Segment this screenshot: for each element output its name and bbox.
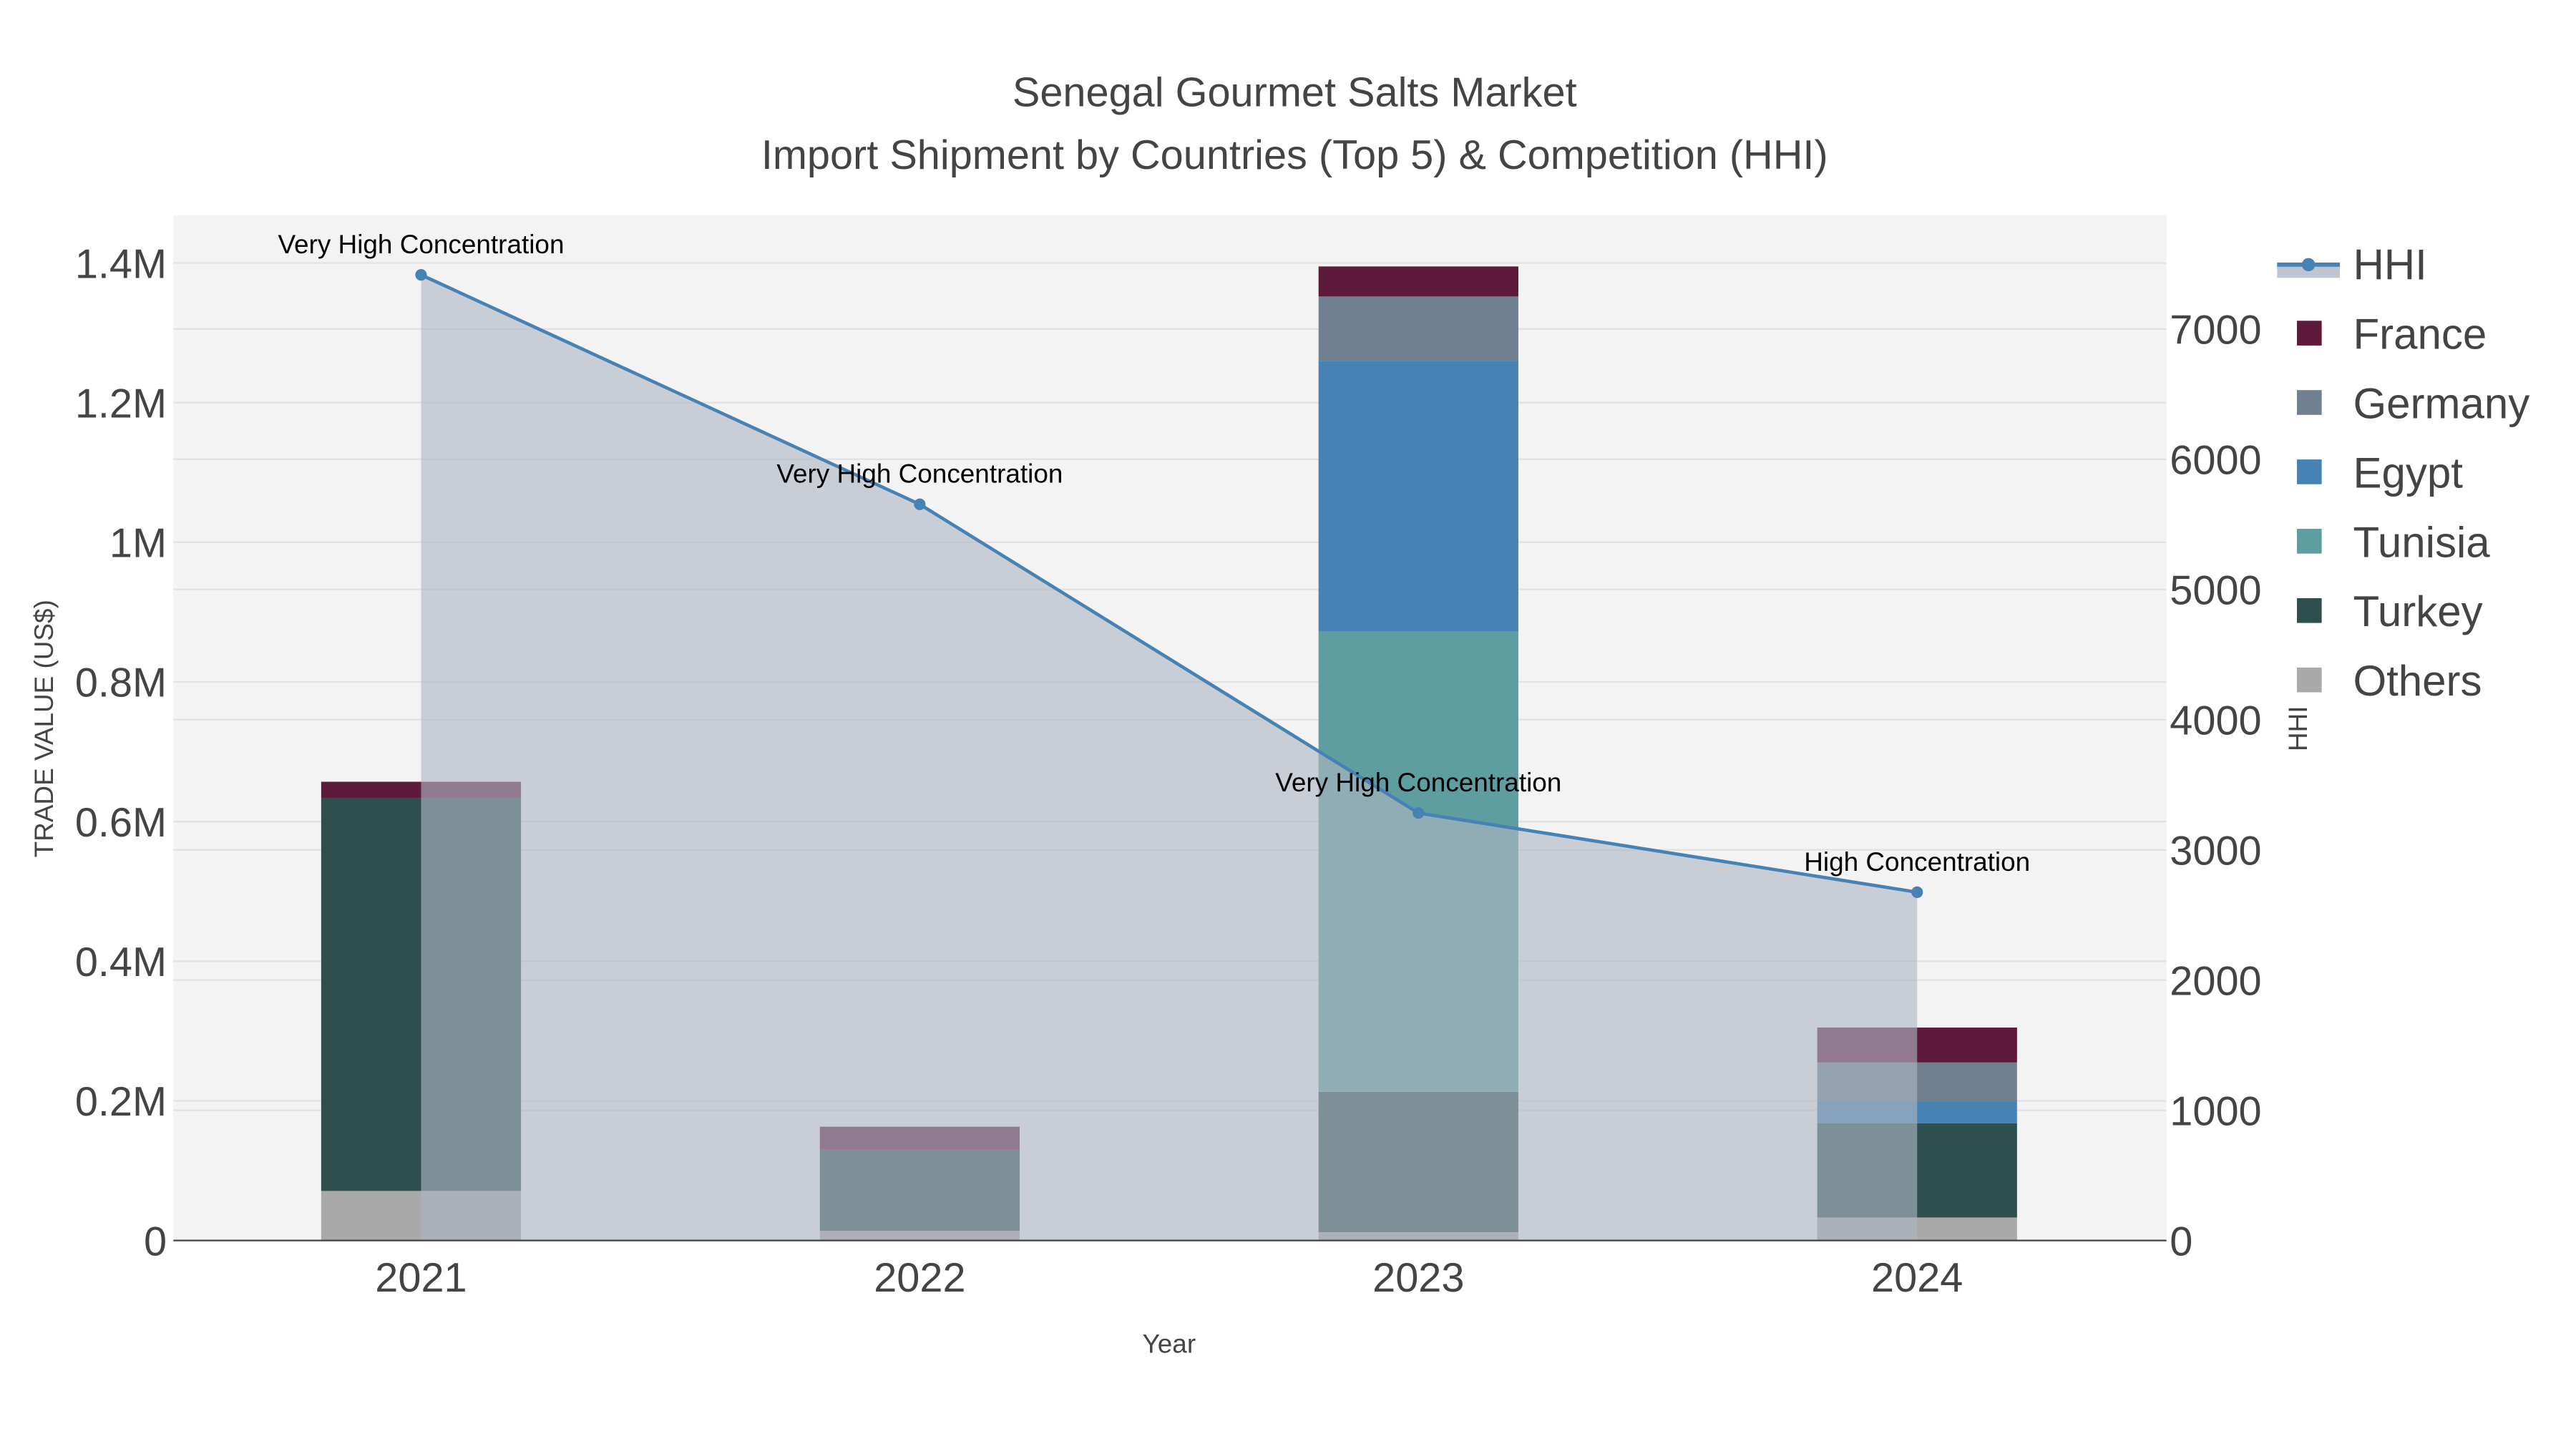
bar-germany-2023 [1318, 296, 1518, 361]
y2-tick-label: 5000 [2170, 568, 2261, 614]
hhi-annotation: High Concentration [1804, 847, 2030, 877]
legend-swatch-turkey [2297, 597, 2322, 623]
y2-tick-label: 6000 [2170, 438, 2261, 484]
y-axis-title: TRADE VALUE (US$) [29, 600, 59, 857]
legend-label: Germany [2353, 379, 2529, 427]
chart-title: Senegal Gourmet Salts Market [1013, 69, 1577, 115]
bar-france-2023 [1318, 266, 1518, 297]
chart-subtitle: Import Shipment by Countries (Top 5) & C… [761, 132, 1828, 178]
x-tick-label: 2021 [375, 1255, 467, 1301]
x-tick-label: 2023 [1372, 1255, 1464, 1301]
hhi-annotation: Very High Concentration [776, 459, 1063, 489]
hhi-annotation: Very High Concentration [1275, 768, 1561, 797]
legend-label: Tunisia [2353, 518, 2490, 566]
y2-tick-label: 2000 [2170, 958, 2261, 1004]
y-tick-label: 0.6M [75, 800, 167, 846]
y-tick-label: 0.2M [75, 1079, 167, 1125]
hhi-annotation: Very High Concentration [278, 230, 564, 259]
legend-label: Turkey [2353, 587, 2482, 635]
legend-hhi-marker [2301, 258, 2316, 272]
hhi-point [914, 498, 926, 510]
hhi-point [1911, 886, 1923, 898]
y2-tick-label: 1000 [2170, 1088, 2261, 1134]
y-tick-label: 1M [109, 521, 167, 567]
y2-tick-label: 3000 [2170, 828, 2261, 874]
legend-swatch-tunisia [2297, 529, 2322, 554]
legend-swatch-others [2297, 667, 2322, 693]
x-axis-title: Year [1143, 1330, 1196, 1359]
y2-tick-label: 0 [2170, 1219, 2192, 1264]
legend-swatch-germany [2297, 390, 2322, 415]
y2-tick-label: 4000 [2170, 698, 2261, 744]
y-tick-label: 0.4M [75, 940, 167, 985]
hhi-point [415, 269, 427, 281]
legend-label: France [2353, 310, 2487, 358]
legend-label: Others [2353, 657, 2482, 705]
x-tick-label: 2022 [874, 1255, 965, 1301]
legend-swatch-egypt [2297, 459, 2322, 484]
hhi-point [1413, 807, 1425, 819]
bar-egypt-2023 [1318, 361, 1518, 632]
legend-label: HHI [2353, 241, 2426, 289]
y-tick-label: 0 [144, 1219, 167, 1264]
y-tick-label: 1.2M [75, 381, 167, 426]
y-tick-label: 0.8M [75, 660, 167, 706]
chart: 0 0.2M 0.4M 0.6M 0.8M 1M 1.2M 1.4M 0 1000 2000 3000… [29, 69, 2529, 1359]
y-tick-label: 1.4M [75, 241, 167, 287]
legend-label: Egypt [2353, 449, 2463, 497]
legend-swatch-france [2297, 321, 2322, 346]
y2-axis-title: HHI [2283, 706, 2313, 751]
x-tick-label: 2024 [1871, 1255, 1963, 1301]
y2-tick-label: 7000 [2170, 308, 2261, 353]
